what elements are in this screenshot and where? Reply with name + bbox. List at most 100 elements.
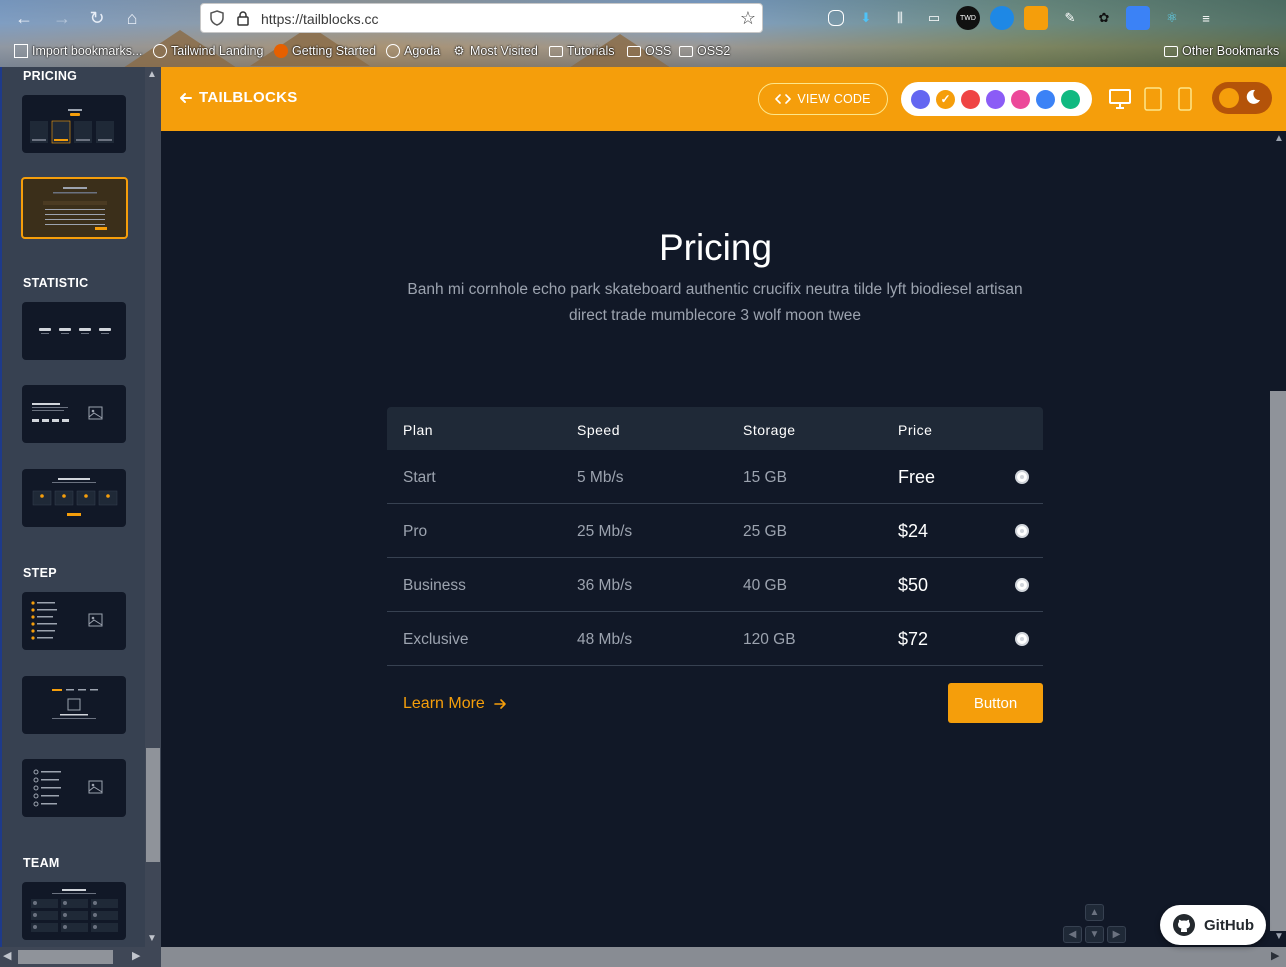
column-header-price: Price (898, 422, 933, 438)
moon-icon (1246, 89, 1260, 104)
back-to-tailblocks-link[interactable]: TAILBLOCKS (179, 89, 298, 106)
plan-radio[interactable] (1015, 524, 1029, 538)
scroll-right-arrow-icon[interactable]: ▶ (132, 949, 140, 962)
thumbnail-statistic-3[interactable] (22, 469, 126, 527)
plan-radio[interactable] (1015, 470, 1029, 484)
dark-mode-toggle[interactable] (1212, 82, 1272, 114)
thumbnail-step-3[interactable] (22, 759, 126, 817)
cell-plan: Exclusive (403, 631, 469, 648)
menu-icon[interactable]: ≡ (1194, 6, 1218, 30)
extension-paw-icon[interactable]: ✿ (1092, 6, 1116, 30)
bookmark-folder[interactable]: Tutorials (549, 44, 614, 58)
preview-scrollbar-thumb[interactable] (1270, 391, 1286, 931)
thumbnail-step-1[interactable] (22, 592, 126, 650)
arrow-right-key-icon: ▶ (1107, 926, 1126, 943)
tablet-view-icon[interactable] (1142, 87, 1164, 111)
folder-icon (679, 45, 693, 57)
learn-more-link[interactable]: Learn More (403, 695, 507, 713)
table-row[interactable]: Exclusive 48 Mb/s 120 GB $72 (387, 612, 1043, 666)
folder-icon (627, 45, 641, 57)
bookmark-folder[interactable]: OSS (627, 44, 671, 58)
extension-note-icon[interactable]: ✎ (1058, 6, 1082, 30)
scroll-down-arrow-icon[interactable]: ▼ (147, 933, 157, 944)
extension-puzzle-icon[interactable] (1126, 6, 1150, 30)
bookmark-star-icon[interactable]: ☆ (740, 8, 756, 29)
preview-scrollbar[interactable]: ▲ ▼ (1270, 131, 1286, 947)
thumbnail-statistic-1[interactable] (22, 302, 126, 360)
github-link[interactable]: GitHub (1160, 905, 1266, 945)
section-heading-pricing: PRICING (23, 69, 78, 83)
github-label: GitHub (1204, 916, 1254, 934)
bookmark-item[interactable]: ⚙ Most Visited (452, 44, 537, 58)
thumbnail-step-2[interactable] (22, 676, 126, 734)
primary-button[interactable]: Button (948, 683, 1043, 723)
extension-twd-icon[interactable]: TWD (956, 6, 980, 30)
scroll-up-arrow-icon[interactable]: ▲ (147, 69, 157, 80)
extension-orange-icon[interactable] (1024, 6, 1048, 30)
thumbnail-pricing-1[interactable] (22, 95, 126, 153)
color-swatch-purple[interactable] (986, 89, 1005, 109)
column-header-speed: Speed (577, 422, 620, 438)
url-bar[interactable]: https://tailblocks.cc ☆ (200, 3, 763, 33)
reload-icon[interactable]: ↻ (85, 6, 109, 30)
table-row[interactable]: Start 5 Mb/s 15 GB Free (387, 450, 1043, 504)
thumbnail-statistic-2[interactable] (22, 385, 126, 443)
sidebar-scrollbar-thumb[interactable] (146, 748, 160, 862)
bookmark-item[interactable]: Tailwind Landing (153, 44, 263, 58)
color-swatch-green[interactable] (1061, 89, 1080, 109)
preview-horizontal-scrollbar[interactable]: ▶ (161, 947, 1286, 967)
scroll-up-arrow-icon[interactable]: ▲ (1274, 133, 1284, 144)
globe-icon (386, 44, 400, 58)
cell-storage: 120 GB (743, 631, 796, 648)
section-heading-step: STEP (23, 566, 57, 580)
arrow-up-key-icon: ▲ (1085, 904, 1104, 921)
scroll-down-arrow-icon[interactable]: ▼ (1274, 931, 1284, 942)
cell-speed: 5 Mb/s (577, 469, 624, 486)
section-heading-statistic: STATISTIC (23, 276, 89, 290)
pocket-icon[interactable] (828, 10, 844, 26)
sidebar-hscroll-thumb[interactable] (18, 950, 113, 964)
url-text: https://tailblocks.cc (261, 11, 379, 27)
bookmark-item[interactable]: Agoda (386, 44, 440, 58)
plan-radio[interactable] (1015, 632, 1029, 646)
extension-blue-icon[interactable] (990, 6, 1014, 30)
react-devtools-icon[interactable]: ⚛ (1160, 6, 1184, 30)
bookmark-item[interactable]: Getting Started (274, 44, 376, 58)
table-row[interactable]: Business 36 Mb/s 40 GB $50 (387, 558, 1043, 612)
cell-plan: Pro (403, 523, 428, 540)
download-icon[interactable]: ⬇ (854, 6, 878, 30)
sidebar-horizontal-scrollbar[interactable]: ◀ ▶ (0, 947, 161, 967)
scroll-left-arrow-icon[interactable]: ◀ (3, 949, 11, 962)
view-code-button[interactable]: VIEW CODE (758, 83, 888, 115)
phone-view-icon[interactable] (1174, 87, 1196, 111)
library-icon[interactable]: ⫼ (888, 6, 912, 30)
color-swatch-blue[interactable] (1036, 89, 1055, 109)
table-row[interactable]: Pro 25 Mb/s 25 GB $24 (387, 504, 1043, 558)
browser-chrome: ← → ↻ ⌂ https://tailblocks.cc ☆ ⬇ ⫼ ▭ TW… (0, 0, 1286, 67)
cell-price: $72 (898, 629, 929, 649)
other-bookmarks[interactable]: Other Bookmarks (1164, 44, 1279, 58)
arrow-left-key-icon: ◀ (1063, 926, 1082, 943)
arrow-down-key-icon: ▼ (1085, 926, 1104, 943)
cell-price: $24 (898, 521, 929, 541)
bookmark-item[interactable]: Import bookmarks... (14, 44, 142, 58)
plan-radio[interactable] (1015, 578, 1029, 592)
color-swatch-red[interactable] (961, 89, 980, 109)
desktop-view-icon[interactable] (1109, 87, 1131, 111)
cell-plan: Start (403, 469, 436, 486)
bookmarks-bar: Import bookmarks... Tailwind Landing Get… (0, 42, 1286, 64)
bookmark-folder[interactable]: OSS2 (679, 44, 730, 58)
thumbnail-pricing-2-selected[interactable] (21, 177, 128, 239)
sidebar-toggle-icon[interactable]: ▭ (922, 6, 946, 30)
scroll-right-arrow-icon[interactable]: ▶ (1271, 949, 1279, 962)
sidebar-scrollbar[interactable]: ▲ ▼ (145, 67, 161, 947)
back-arrow-icon[interactable]: ← (12, 6, 36, 30)
page-title: Pricing (658, 227, 773, 268)
color-swatch-yellow-selected[interactable] (936, 89, 955, 109)
color-swatch-pink[interactable] (1011, 89, 1030, 109)
color-swatch-indigo[interactable] (911, 89, 930, 109)
home-icon[interactable]: ⌂ (120, 6, 144, 30)
forward-arrow-icon[interactable]: → (50, 6, 74, 30)
thumbnail-team-1[interactable] (22, 882, 126, 940)
table-header: Plan Speed Storage Price (387, 407, 1043, 450)
